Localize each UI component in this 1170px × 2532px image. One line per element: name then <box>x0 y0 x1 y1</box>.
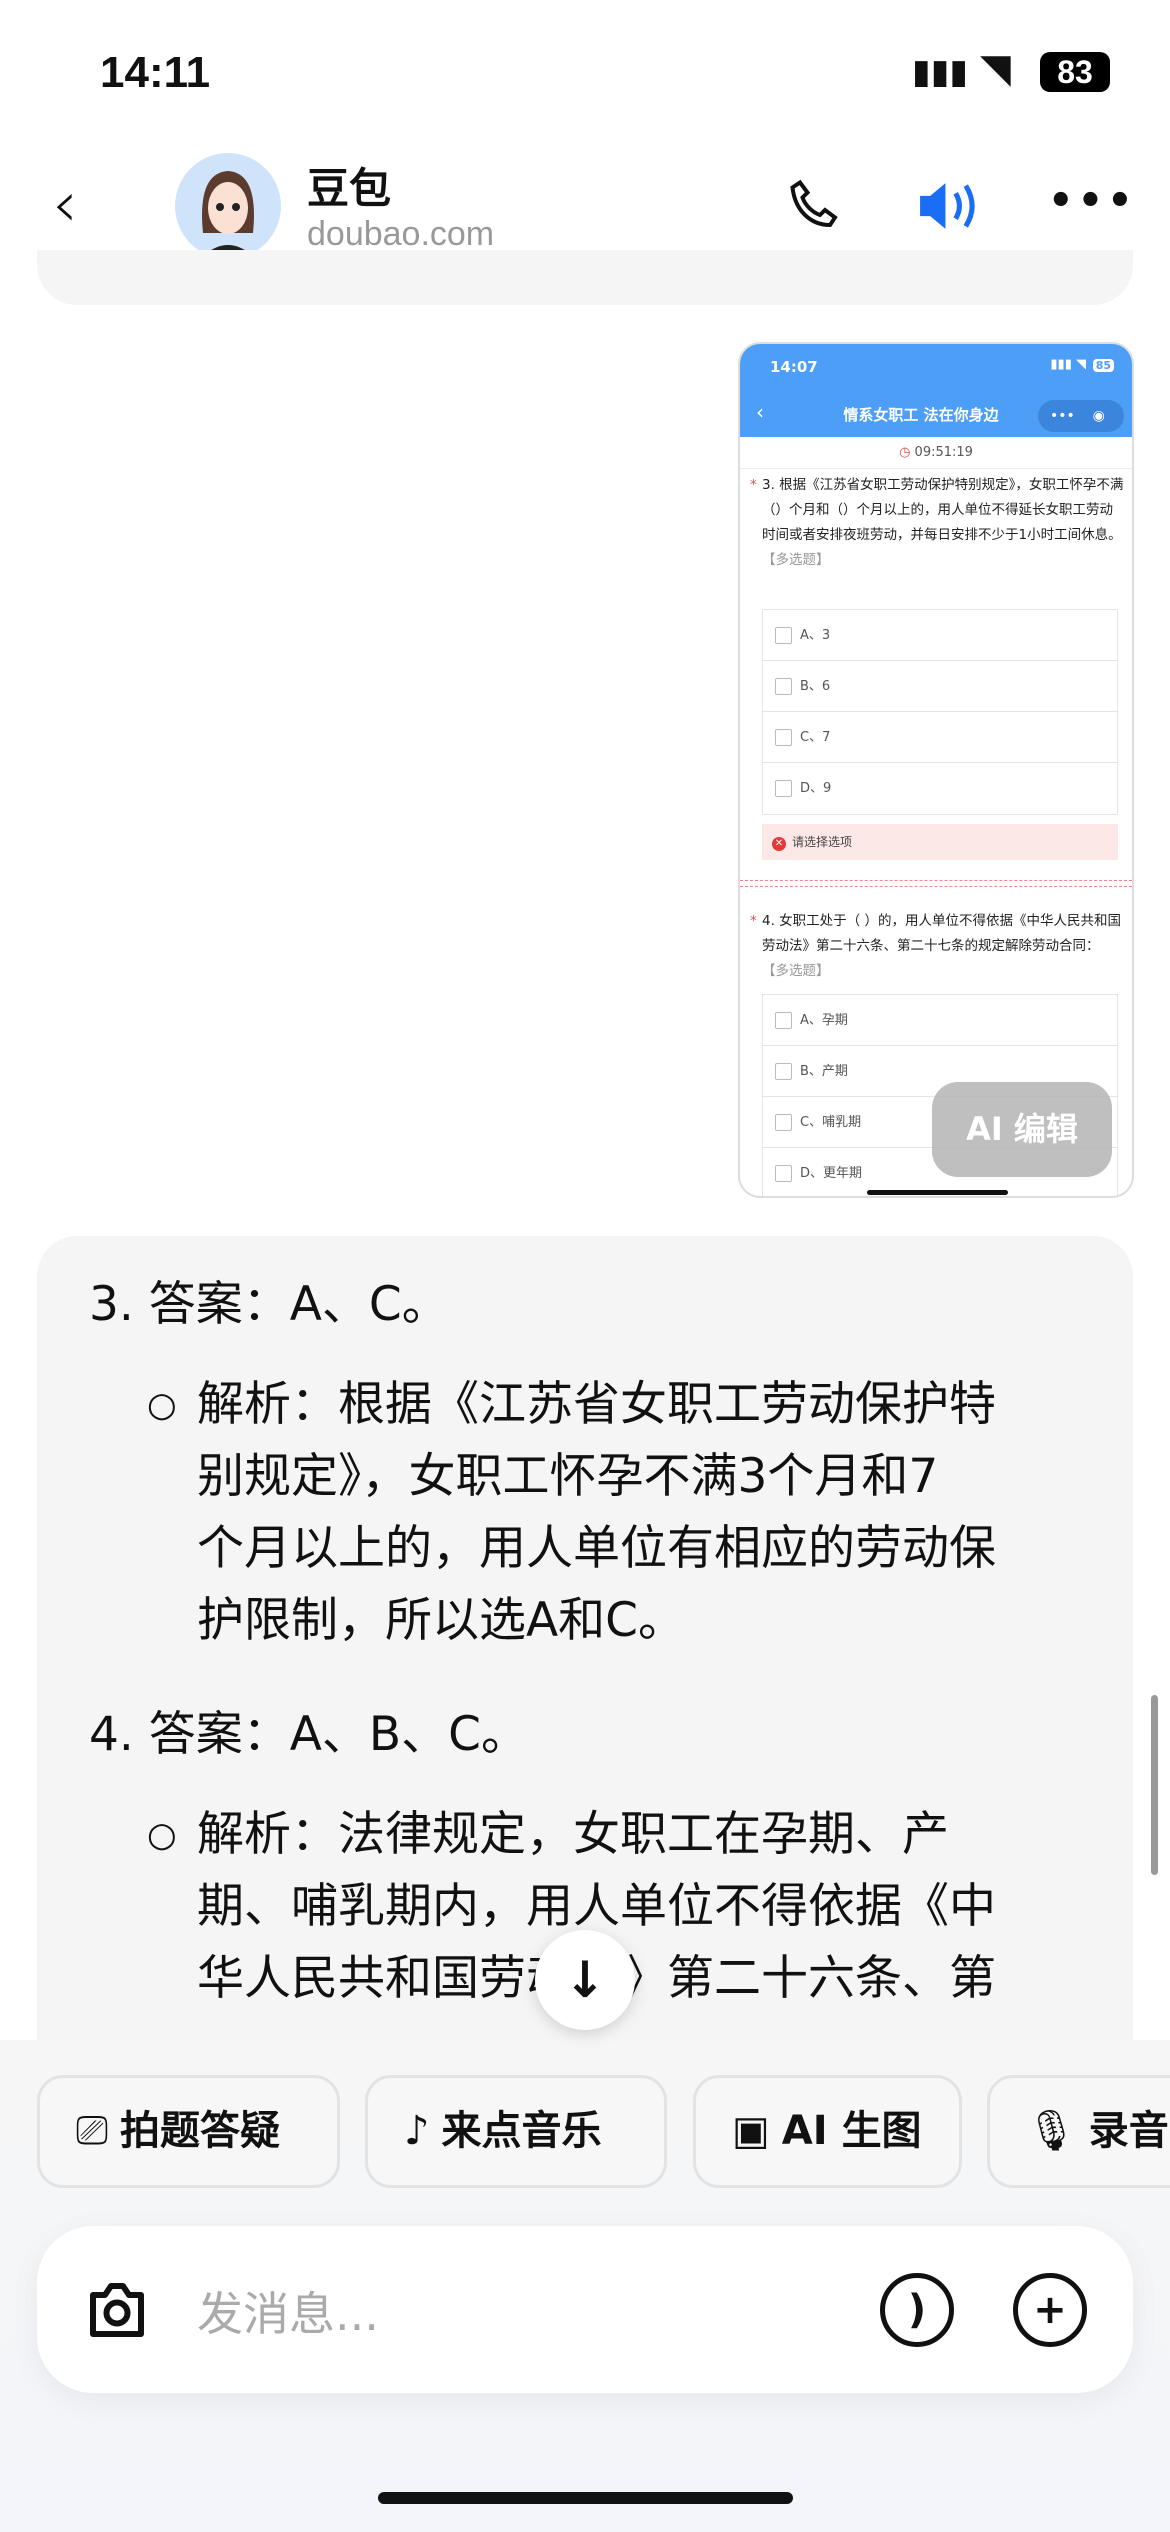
speaker-icon[interactable] <box>915 178 981 238</box>
chip-label: AI 生图 <box>781 2108 922 2154</box>
attachment-header: 14:07 ▮▮▮ ◥ 85 ‹ 情系女职工 法在你身边 ••• ◉ <box>740 344 1132 437</box>
text-line: 别规定》，女职工怀孕不满3个月和7 <box>197 1449 939 1504</box>
voice-call-icon[interactable]: ) <box>880 2273 954 2347</box>
scroll-to-bottom-button[interactable]: ↓ <box>535 1930 635 2030</box>
option-label: A、孕期 <box>800 1013 848 1028</box>
bottom-panel: ⎚ 拍题答疑 ♪ 来点音乐 ▣ AI 生图 🎙 录音 发消息... ) + <box>0 2040 1170 2532</box>
answer-3-explanation: ○ 解析：根据《江苏省女职工劳动保护特 别规定》，女职工怀孕不满3个月和7 个月… <box>147 1369 1107 1657</box>
message-input[interactable]: 发消息... <box>197 2278 379 2344</box>
question-4-tag: 【多选题】 <box>762 963 830 979</box>
message-input-bar: 发消息... ) + <box>37 2226 1133 2393</box>
status-time: 14:11 <box>100 48 211 97</box>
chip-label: 拍题答疑 <box>120 2108 280 2154</box>
chip-label: 来点音乐 <box>441 2108 602 2154</box>
checkbox-icon <box>775 729 792 746</box>
image-icon: ▣ <box>732 2108 770 2154</box>
question-3-text: 3. 根据《江苏省女职工劳动保护特别规定》，女职工怀孕不满（）个月和（）个月以上… <box>762 477 1124 543</box>
divider <box>740 886 1132 887</box>
music-icon: ♪ <box>404 2108 430 2154</box>
option: D、9 <box>763 763 1117 814</box>
error-message: ✕ 请选择选项 <box>762 824 1118 860</box>
checkbox-icon <box>775 1012 792 1029</box>
chip-label: 录音 <box>1088 2108 1169 2154</box>
text-line: 期、哺乳期内，用人单位不得依据《中 <box>197 1879 996 1934</box>
bullet-icon: ○ <box>147 1815 177 1855</box>
text-line: 个月以上的，用人单位有相应的劳动保 <box>197 1521 996 1576</box>
text-line: 解析：法律规定，女职工在孕期、产 <box>197 1807 949 1862</box>
chat-title: 豆包 <box>307 164 392 213</box>
option-label: C、7 <box>800 730 831 745</box>
home-indicator <box>867 1190 1008 1195</box>
option-label: A、3 <box>800 628 831 643</box>
home-indicator <box>378 2492 793 2504</box>
battery-indicator: 83 <box>1040 52 1110 92</box>
option: A、3 <box>763 610 1117 661</box>
answer-3-heading: 3. 答案：A、C。 <box>89 1277 449 1332</box>
arrow-down-icon: ↓ <box>564 1951 606 2009</box>
signal-icon: ▮▮▮ ◥ <box>1050 357 1086 372</box>
checkbox-icon <box>775 627 792 644</box>
wifi-icon: ◥ <box>980 46 1011 92</box>
mic-icon: 🎙 <box>1026 2108 1077 2154</box>
checkbox-icon <box>775 1165 792 1182</box>
scrollbar[interactable] <box>1151 1695 1158 1875</box>
attached-screenshot[interactable]: 14:07 ▮▮▮ ◥ 85 ‹ 情系女职工 法在你身边 ••• ◉ ◷ 09:… <box>738 342 1134 1198</box>
answer-4-heading: 4. 答案：A、B、C。 <box>89 1707 528 1762</box>
chevron-left-icon[interactable]: ‹ <box>52 168 78 242</box>
avatar[interactable] <box>175 153 281 259</box>
attachment-timer: ◷ 09:51:19 <box>740 437 1132 469</box>
chat-subtitle: doubao.com <box>307 215 495 253</box>
clock-icon: ◷ <box>899 445 915 460</box>
text-line: 解析：根据《江苏省女职工劳动保护特 <box>197 1377 996 1432</box>
attachment-battery: 85 <box>1092 359 1114 372</box>
previous-message-card <box>37 250 1133 305</box>
error-text: 请选择选项 <box>792 835 853 849</box>
chip-recording[interactable]: 🎙 录音 <box>987 2075 1170 2188</box>
bullet-icon: ○ <box>147 1385 177 1425</box>
option: C、7 <box>763 712 1117 763</box>
chip-ai-image[interactable]: ▣ AI 生图 <box>693 2075 962 2188</box>
plus-icon[interactable]: + <box>1013 2273 1087 2347</box>
question-3: * 3. 根据《江苏省女职工劳动保护特别规定》，女职工怀孕不满（）个月和（）个月以… <box>750 477 1124 568</box>
chip-photo-question[interactable]: ⎚ 拍题答疑 <box>37 2075 340 2188</box>
question-4-text: 4. 女职工处于（ ）的，用人单位不得依据《中华人民共和国劳动法》第二十六条、第… <box>762 913 1121 954</box>
more-icon[interactable]: ••• <box>1048 178 1137 224</box>
error-icon: ✕ <box>772 837 786 851</box>
checkbox-icon <box>775 1063 792 1080</box>
option-label: C、哺乳期 <box>800 1115 862 1130</box>
divider <box>740 880 1132 881</box>
text-line: 华人民共和国劳动法》第二十六条、第 <box>197 1943 1107 2015</box>
phone-icon[interactable] <box>785 175 845 239</box>
option-label: B、6 <box>800 679 831 694</box>
miniprogram-capsule: ••• ◉ <box>1038 400 1124 432</box>
question-4: * 4. 女职工处于（ ）的，用人单位不得依据《中华人民共和国劳动法》第二十六条、… <box>750 913 1121 979</box>
checkbox-icon <box>775 780 792 797</box>
option-label: D、更年期 <box>800 1166 863 1181</box>
question-3-tag: 【多选题】 <box>762 552 830 568</box>
photo-search-icon: ⎚ <box>76 2108 108 2154</box>
chip-music[interactable]: ♪ 来点音乐 <box>365 2075 667 2188</box>
question-3-options: A、3 B、6 C、7 D、9 <box>762 609 1118 815</box>
option-label: D、9 <box>800 781 832 796</box>
checkbox-icon <box>775 678 792 695</box>
option: A、孕期 <box>763 995 1117 1046</box>
attachment-status-time: 14:07 <box>770 358 818 376</box>
option: B、6 <box>763 661 1117 712</box>
option-label: B、产期 <box>800 1064 848 1079</box>
ai-edit-button[interactable]: AI 编辑 <box>932 1082 1112 1177</box>
signal-icon: ▮▮▮ <box>912 52 969 92</box>
camera-icon[interactable] <box>81 2274 153 2350</box>
timer-value: 09:51:19 <box>914 445 973 460</box>
text-line: 护限制，所以选A和C。 <box>197 1593 685 1648</box>
checkbox-icon <box>775 1114 792 1131</box>
